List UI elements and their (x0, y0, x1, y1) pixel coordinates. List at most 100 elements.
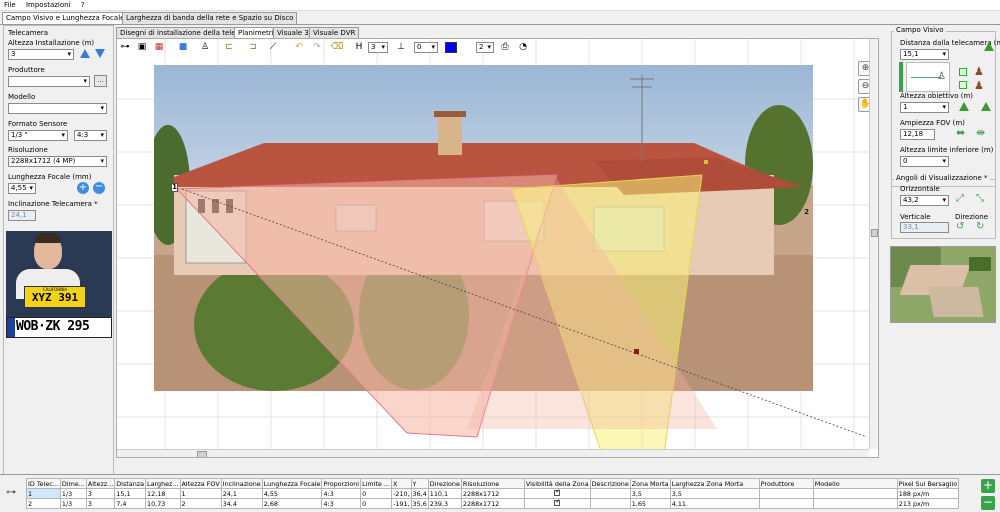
shape-tool-icon[interactable]: ■ (176, 40, 190, 55)
table-cell[interactable]: 36,4 (410, 488, 429, 499)
vertical-scroll-thumb[interactable] (871, 229, 878, 237)
table-cell[interactable]: 2 (179, 498, 222, 509)
distance-select[interactable]: 15,1 (900, 49, 949, 60)
table-cell[interactable] (589, 488, 631, 499)
table-cell[interactable]: 3 (85, 488, 116, 499)
table-cell[interactable]: 3 (85, 498, 116, 509)
table-cell[interactable]: 1/3 (59, 498, 87, 509)
column-header[interactable]: Pixel Sul Bersaglio (896, 478, 960, 489)
manufacturer-browse-button[interactable]: ... (94, 75, 107, 87)
table-cell[interactable]: 0 (360, 498, 392, 509)
tab-bandwidth[interactable]: Larghezza di banda della rete e Spazio s… (122, 12, 298, 24)
horizontal-scrollbar[interactable] (117, 449, 869, 457)
color-swatch[interactable] (445, 42, 457, 53)
table-cell[interactable] (758, 488, 814, 499)
table-cell[interactable]: 1/3 (59, 488, 87, 499)
distance-check-2[interactable] (959, 81, 967, 89)
expand-angle-icon[interactable]: ⤢ (956, 193, 964, 204)
count-select[interactable]: 2 (476, 42, 494, 53)
column-header[interactable]: ID Telec... (26, 478, 61, 489)
menu-file[interactable]: File (0, 0, 20, 10)
table-cell[interactable]: 35,6 (410, 498, 429, 509)
table-cell[interactable]: -191, (391, 498, 412, 509)
model-select[interactable] (8, 103, 107, 114)
zoom-in-lens-icon[interactable]: + (77, 182, 89, 194)
table-cell[interactable]: -210, (391, 488, 412, 499)
table-cell[interactable] (758, 498, 814, 509)
table-cell[interactable] (523, 488, 591, 499)
column-header[interactable]: Altezz... (85, 478, 116, 489)
lens-height-select[interactable]: 1 (900, 102, 949, 113)
height-select[interactable]: 3 (368, 42, 388, 53)
column-header[interactable]: Proporzioni (321, 478, 362, 489)
table-cell[interactable] (812, 488, 898, 499)
widen-fov-icon[interactable]: ⬌ (956, 127, 965, 138)
collapse-angle-icon[interactable]: ⤡ (976, 193, 984, 204)
column-header[interactable]: Inclinazione (220, 478, 263, 489)
table-cell[interactable]: 10,73 (145, 498, 181, 509)
aspect-select[interactable]: 4:3 (74, 130, 107, 141)
column-header[interactable]: Produttore (758, 478, 814, 489)
table-cell[interactable]: 7,4 (114, 498, 147, 509)
floor-plan-canvas[interactable]: 1 2 ⊕ ⊖ ✋ (116, 38, 879, 458)
column-header[interactable]: Altezza FOV (179, 478, 222, 489)
rotate-left-icon[interactable]: ↺ (956, 221, 964, 232)
table-cell[interactable]: 2288x1712 (460, 498, 525, 509)
column-header[interactable]: Lunghezza Focale (261, 478, 323, 489)
car-tool-icon[interactable]: ⊏ (220, 40, 238, 55)
menu-settings[interactable]: Impostazioni (22, 0, 75, 10)
camera-1-marker[interactable]: 1 (171, 183, 178, 192)
table-cell[interactable]: 34,4 (220, 498, 263, 509)
menu-help[interactable]: ? (77, 0, 89, 10)
3d-thumbnail[interactable] (890, 246, 996, 323)
table-cell[interactable]: 4:3 (321, 498, 362, 509)
table-row[interactable]: 2 1/3 3 7,4 10,73 2 34,4 2,68 4:3 0 -191, 35,6 239,3… (26, 498, 960, 509)
table-cell[interactable]: 1 (179, 488, 222, 499)
table-cell[interactable]: 24,1 (220, 488, 263, 499)
table-cell[interactable] (812, 498, 898, 509)
column-header[interactable]: Larghez... (145, 478, 181, 489)
column-header[interactable]: Y (410, 478, 429, 489)
table-cell[interactable]: 213 px/m (896, 498, 960, 509)
table-cell[interactable] (523, 498, 591, 509)
print-icon[interactable]: ⎙ (498, 40, 512, 55)
lens-height-up-icon-2[interactable] (981, 102, 991, 111)
remove-camera-icon[interactable]: − (981, 496, 995, 510)
column-header[interactable]: Distanza (114, 478, 147, 489)
column-header[interactable]: Larghezza Zona Morta (669, 478, 760, 489)
column-header[interactable]: Dime... (59, 478, 87, 489)
table-cell[interactable]: 239,3 (427, 498, 462, 509)
table-cell[interactable]: 3,5 (629, 488, 671, 499)
narrow-fov-icon[interactable]: ⇼ (976, 127, 985, 138)
manufacturer-select[interactable] (8, 76, 90, 87)
zone-visible-checkbox[interactable] (554, 489, 560, 496)
increase-height-icon[interactable] (80, 49, 90, 58)
table-cell[interactable]: 15,1 (114, 488, 147, 499)
clear-icon[interactable]: ⌫ (330, 40, 344, 55)
distance-up-icon[interactable] (984, 42, 994, 51)
horizontal-scroll-thumb[interactable] (197, 451, 207, 457)
resolution-select[interactable]: 2288x1712 (4 MP) (8, 156, 107, 167)
column-header[interactable]: Modello (812, 478, 898, 489)
table-row[interactable]: 1 1/3 3 15,1 12,18 1 24,1 4,55 4:3 0 -210, 36,4 110,… (26, 488, 960, 499)
focal-length-select[interactable]: 4,55 (8, 183, 36, 194)
vertical-scrollbar[interactable] (869, 39, 878, 449)
lens-height-up-icon[interactable] (959, 102, 969, 111)
column-header[interactable]: Limite ... (360, 478, 392, 489)
decrease-height-icon[interactable] (95, 49, 105, 58)
table-cell[interactable]: 4,11 (669, 498, 760, 509)
rotate-right-icon[interactable]: ↻ (976, 221, 984, 232)
table-cell[interactable]: 0 (360, 488, 392, 499)
table-cell[interactable]: 188 px/m (896, 488, 960, 499)
table-cell[interactable]: 2 (26, 498, 61, 509)
table-cell[interactable] (589, 498, 631, 509)
image-tool-icon[interactable]: ▣ (135, 40, 149, 55)
table-cell[interactable]: 2288x1712 (460, 488, 525, 499)
table-cell[interactable]: 4,55 (261, 488, 323, 499)
wall-tool-icon[interactable]: ▦ (152, 40, 166, 55)
table-cell[interactable]: 4:3 (321, 488, 362, 499)
measure-icon[interactable]: ◔ (516, 40, 530, 55)
undo-icon[interactable]: ↶ (292, 40, 306, 55)
table-cell[interactable]: 1,65 (629, 498, 671, 509)
install-height-select[interactable]: 3 (8, 49, 74, 60)
